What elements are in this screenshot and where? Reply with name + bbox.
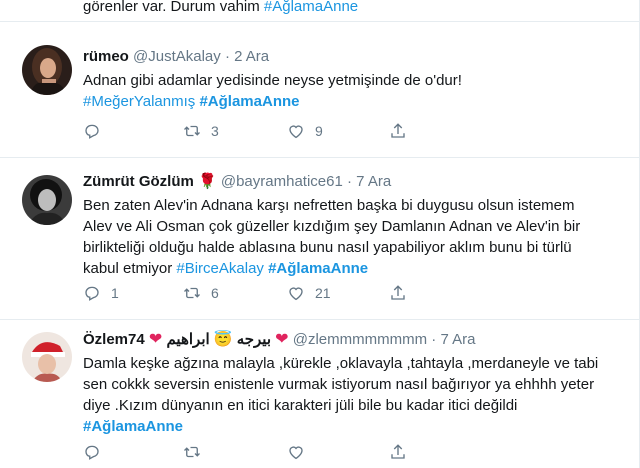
reply-count: 1 — [111, 285, 119, 301]
tweet-partial[interactable]: görenler var. Durum vahim #AğlamaAnne — [0, 0, 640, 22]
user-handle[interactable]: @bayramhatice61 — [221, 173, 343, 190]
tweet-text: Adnan gibi adamlar yedisinde neyse yetmi… — [83, 70, 603, 112]
tweet-text-body: Adnan gibi adamlar yedisinde neyse yetmi… — [83, 72, 462, 89]
heart-emoji: ❤ — [275, 331, 289, 348]
tweet-date[interactable]: 7 Ara — [440, 331, 475, 348]
share-button[interactable] — [389, 441, 407, 463]
tweet-text-body: görenler var. Durum vahim — [83, 0, 260, 15]
heart-icon — [289, 125, 303, 139]
reply-button[interactable] — [83, 441, 111, 463]
retweet-icon — [184, 446, 200, 458]
timeline: görenler var. Durum vahim #AğlamaAnne rü… — [0, 0, 640, 468]
rose-emoji: 🌹 — [198, 173, 217, 190]
like-button[interactable]: 21 — [287, 282, 331, 304]
reply-button[interactable]: 1 — [83, 282, 119, 304]
tweet[interactable]: rümeo @JustAkalay · 2 Ara Adnan gibi ada… — [0, 22, 640, 158]
like-button[interactable] — [287, 441, 315, 463]
display-name[interactable]: Özlem74 — [83, 331, 145, 348]
tweet-actions: 1 6 21 — [83, 282, 413, 304]
retweet-count: 6 — [211, 285, 219, 301]
tweet[interactable]: Özlem74 ❤ بيرجه 😇 ابراهيم ❤ @zlemmmmmmmm… — [0, 320, 640, 468]
user-handle[interactable]: @JustAkalay — [133, 48, 221, 65]
hashtag-link[interactable]: #MeğerYalanmış — [83, 93, 195, 110]
avatar[interactable] — [22, 332, 72, 382]
hashtag-link[interactable]: #AğlamaAnne — [264, 0, 358, 15]
separator: · — [224, 48, 230, 65]
like-button[interactable]: 9 — [287, 120, 323, 142]
tweet-text: Damla keşke ağzına malayla ,kürekle ,okl… — [83, 353, 603, 437]
display-name[interactable]: Zümrüt Gözlüm — [83, 173, 194, 190]
tweet-actions: 3 9 — [83, 120, 413, 142]
retweet-button[interactable]: 6 — [183, 282, 219, 304]
like-count: 9 — [315, 123, 323, 139]
tweet-date[interactable]: 2 Ara — [234, 48, 269, 65]
retweet-button[interactable]: 3 — [183, 120, 219, 142]
tweet-actions — [83, 441, 413, 463]
avatar[interactable] — [22, 175, 72, 225]
retweet-icon — [184, 287, 200, 299]
tweet-header: rümeo @JustAkalay · 2 Ara — [83, 47, 269, 67]
share-icon — [391, 444, 405, 459]
separator: · — [431, 331, 437, 348]
tweet-text: görenler var. Durum vahim #AğlamaAnne — [83, 0, 358, 17]
hashtag-link[interactable]: #AğlamaAnne — [199, 93, 299, 110]
heart-icon — [289, 446, 303, 460]
avatar[interactable] — [22, 45, 72, 95]
display-name[interactable]: rümeo — [83, 48, 129, 65]
share-icon — [391, 285, 405, 300]
reply-icon — [85, 445, 99, 460]
reply-icon — [85, 286, 99, 301]
tweet-text-body: Damla keşke ağzına malayla ,kürekle ,okl… — [83, 355, 599, 414]
hashtag-link[interactable]: #BirceAkalay — [176, 260, 264, 277]
retweet-button[interactable] — [183, 441, 211, 463]
display-name-arabic: ابراهيم — [166, 331, 210, 348]
share-icon — [391, 123, 405, 138]
tweet-date[interactable]: 7 Ara — [356, 173, 391, 190]
tweet[interactable]: Zümrüt Gözlüm 🌹 @bayramhatice61 · 7 Ara … — [0, 158, 640, 320]
like-count: 21 — [315, 285, 331, 301]
angel-emoji: 😇 — [213, 331, 233, 348]
tweet-header: Zümrüt Gözlüm 🌹 @bayramhatice61 · 7 Ara — [83, 172, 391, 192]
display-name-arabic: بيرجه — [236, 331, 271, 348]
hashtag-link[interactable]: #AğlamaAnne — [268, 260, 368, 277]
retweet-count: 3 — [211, 123, 219, 139]
reply-button[interactable] — [83, 120, 111, 142]
heart-icon — [289, 287, 303, 301]
heart-emoji: ❤ — [148, 331, 163, 348]
user-handle[interactable]: @zlemmmmmmmm — [293, 331, 427, 348]
separator: · — [347, 173, 352, 190]
hashtag-link[interactable]: #AğlamaAnne — [83, 418, 183, 435]
tweet-text: Ben zaten Alev'in Adnana karşı nefretten… — [83, 195, 603, 279]
share-button[interactable] — [389, 282, 407, 304]
tweet-header: Özlem74 ❤ بيرجه 😇 ابراهيم ❤ @zlemmmmmmmm… — [83, 330, 476, 350]
share-button[interactable] — [389, 120, 407, 142]
reply-icon — [85, 124, 99, 139]
retweet-icon — [184, 125, 200, 137]
